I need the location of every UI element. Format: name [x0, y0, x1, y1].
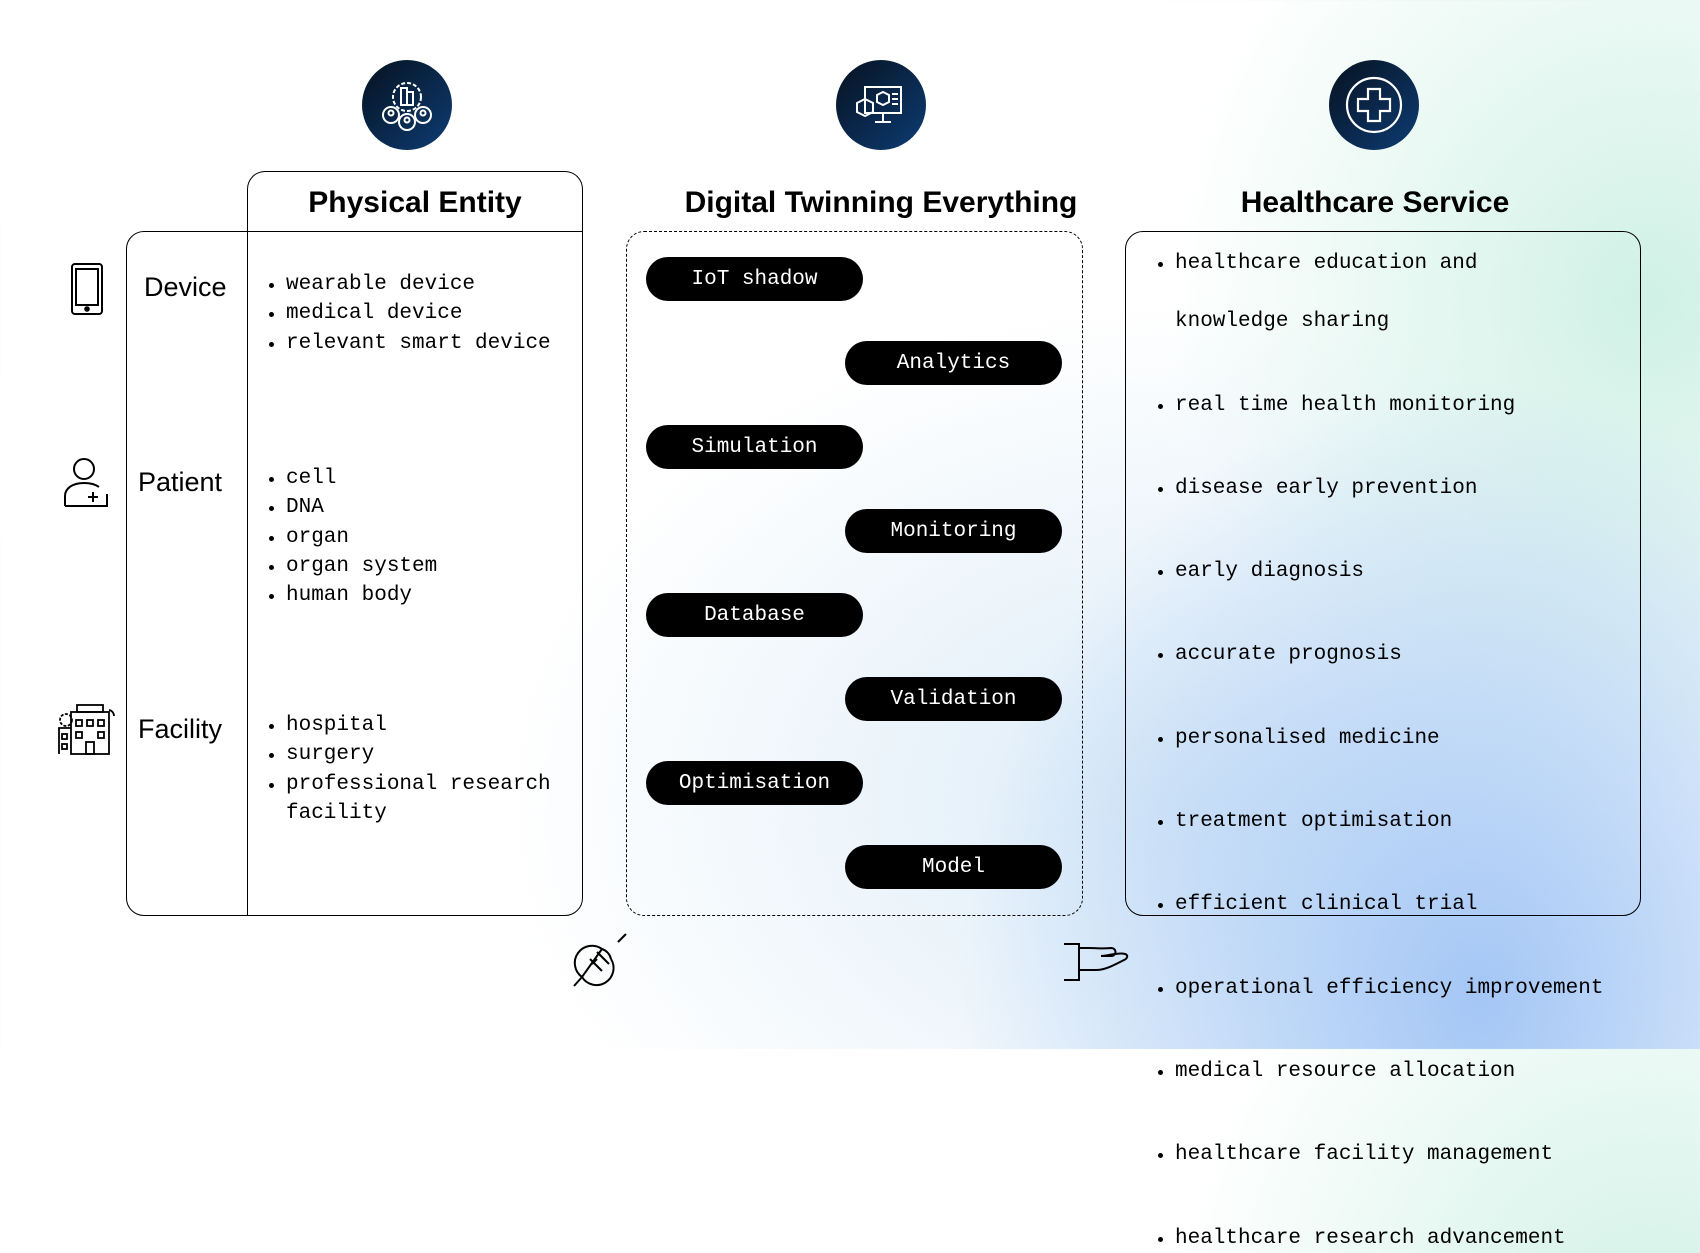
physical-header-box: [247, 171, 583, 232]
list-item: operational efficiency improvement: [1158, 974, 1628, 1003]
list-item: relevant smart device: [269, 329, 551, 358]
pill-model: Model: [845, 845, 1062, 889]
digital-twinning-title: Digital Twinning Everything: [685, 186, 1078, 220]
list-item: accurate prognosis: [1158, 640, 1628, 669]
city-people-gear-icon: [362, 60, 452, 150]
row-label-device: Device: [144, 272, 227, 303]
pill-monitoring: Monitoring: [845, 509, 1062, 553]
list-item: healthcare education and: [1158, 249, 1628, 278]
patient-icon: [62, 456, 110, 513]
list-item: surgery: [269, 740, 551, 769]
list-item: healthcare research advancement: [1158, 1224, 1628, 1253]
pill-validation: Validation: [845, 677, 1062, 721]
list-item: organ: [269, 523, 437, 552]
list-item: personalised medicine: [1158, 724, 1628, 753]
list-item-continuation: facility: [269, 799, 551, 828]
list-item: human body: [269, 581, 437, 610]
list-item: hospital: [269, 711, 551, 740]
list-item: professional research: [269, 770, 551, 799]
pill-database: Database: [646, 593, 863, 637]
hand-offering-icon: [1063, 942, 1149, 987]
digital-twin-box: [626, 231, 1083, 916]
healthcare-service-title: Healthcare Service: [1241, 186, 1510, 220]
pill-iot-shadow: IoT shadow: [646, 257, 863, 301]
list-item: cell: [269, 464, 437, 493]
list-item: healthcare facility management: [1158, 1140, 1628, 1169]
list-item: disease early prevention: [1158, 474, 1628, 503]
digital-twin-monitor-icon: [836, 60, 926, 150]
facility-list: hospital surgery professional research f…: [269, 711, 551, 828]
pill-optimisation: Optimisation: [646, 761, 863, 805]
row-label-facility: Facility: [138, 714, 222, 745]
patient-list: cell DNA organ organ system human body: [269, 464, 437, 610]
pill-analytics: Analytics: [845, 341, 1062, 385]
list-item: efficient clinical trial: [1158, 890, 1628, 919]
plug-icon: [572, 932, 628, 993]
hospital-building-icon: [57, 702, 115, 761]
smartphone-icon: [70, 262, 104, 321]
list-item: medical device: [269, 299, 551, 328]
list-item: early diagnosis: [1158, 557, 1628, 586]
row-label-patient: Patient: [138, 467, 222, 498]
table-divider: [247, 231, 248, 916]
list-item: wearable device: [269, 270, 551, 299]
list-item-continuation: knowledge sharing: [1158, 307, 1628, 336]
healthcare-list: healthcare education and knowledge shari…: [1158, 249, 1628, 630]
list-item: DNA: [269, 493, 437, 522]
pill-simulation: Simulation: [646, 425, 863, 469]
list-item: medical resource allocation: [1158, 1057, 1628, 1086]
list-item: real time health monitoring: [1158, 391, 1628, 420]
medical-cross-icon: [1329, 60, 1419, 150]
device-list: wearable device medical device relevant …: [269, 270, 551, 358]
list-item: organ system: [269, 552, 437, 581]
list-item: treatment optimisation: [1158, 807, 1628, 836]
